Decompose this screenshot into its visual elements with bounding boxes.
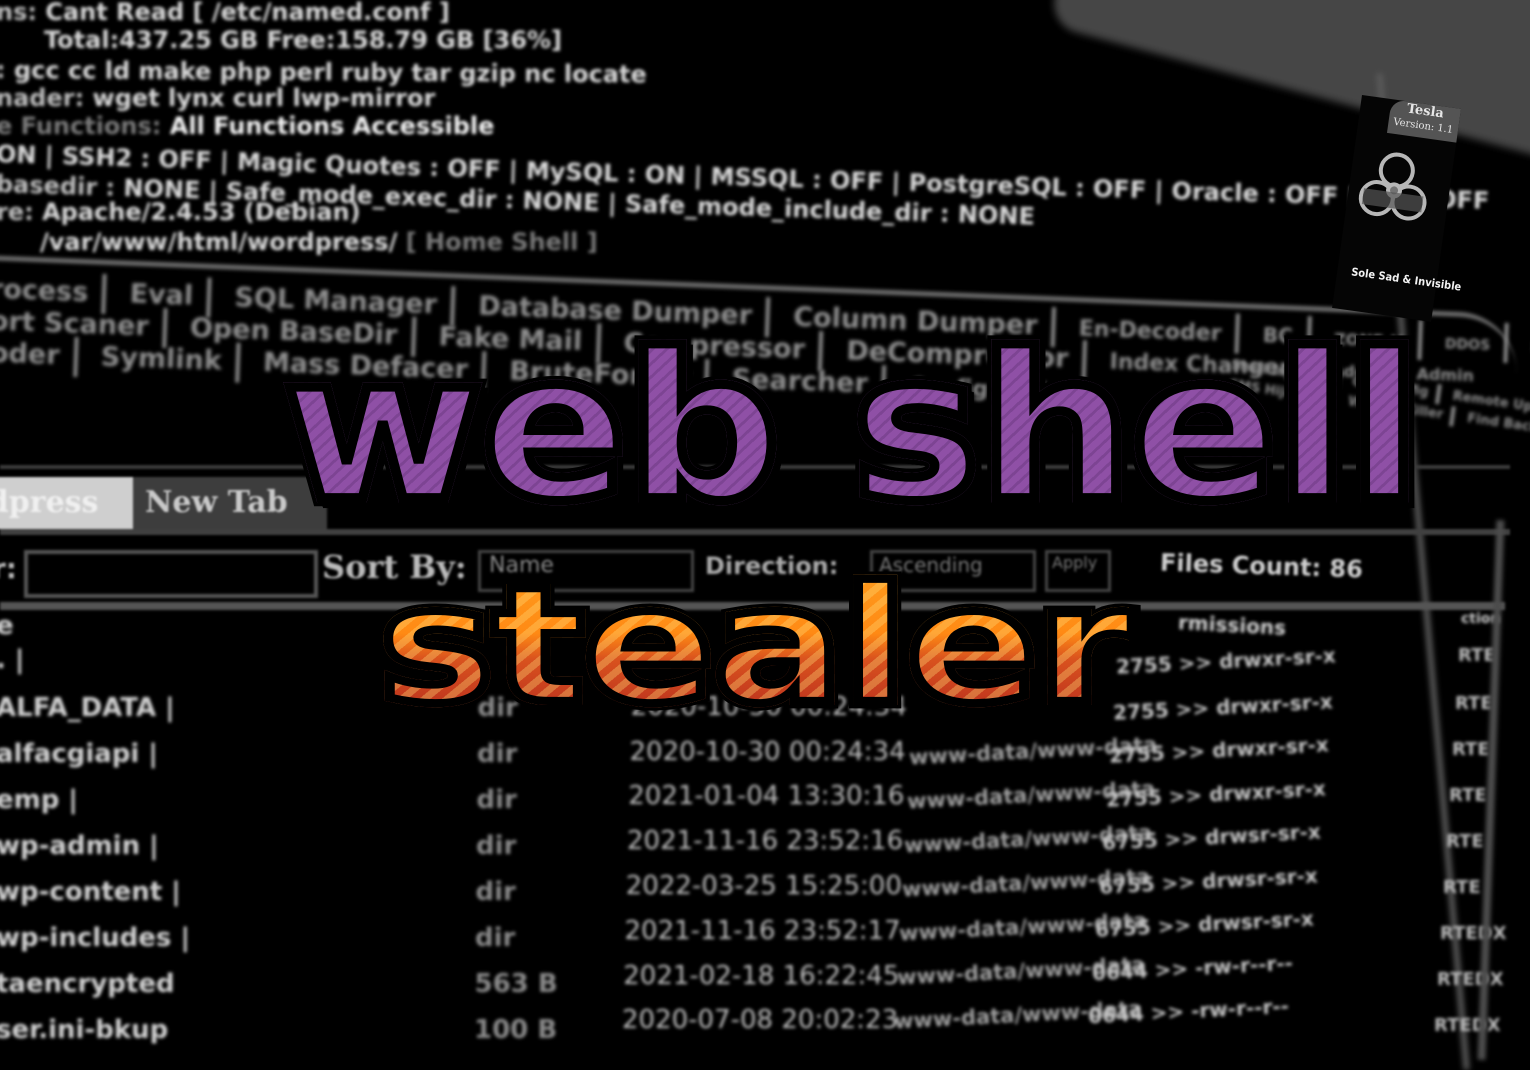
cell-name[interactable]: . | (0, 645, 24, 675)
cell-name[interactable]: ALFA_DATA | (0, 693, 175, 723)
cell-permissions: 2755 >> drwxr-sr-x (1112, 688, 1333, 725)
menu-item[interactable]: Symlink (100, 341, 222, 376)
cell-name[interactable]: wp-content | (0, 877, 181, 907)
cell-action[interactable]: RTEDX (1437, 969, 1503, 990)
cell-modified: 2020-10-30 00:24:34 (629, 736, 906, 767)
cell-size: dir (476, 785, 517, 815)
info-disabled-functions: e Functions: All Functions Accessible (0, 112, 495, 140)
cell-size: dir (477, 739, 518, 769)
cell-modified: 2020-07-08 20:02:23 (622, 1005, 899, 1036)
table-row[interactable]: emp | dir 2021-01-04 13:30:16 www-data/www-… (0, 776, 1506, 825)
biohazard-logo-icon (1358, 152, 1427, 221)
filter-search-input[interactable] (24, 550, 318, 598)
title-web-shell: web shell (277, 310, 1426, 547)
badge-caption: Sole Sad & Invisible (1350, 265, 1463, 294)
cell-permissions: 2755 >> drwxr-sr-x (1115, 643, 1337, 679)
cell-modified: 2021-01-04 13:30:16 (628, 781, 905, 812)
shell-badge: Tesla Version: 1.1 Sole Sad & Invisible (1332, 95, 1463, 322)
browser-chrome-blur (1047, 0, 1530, 170)
cell-action[interactable]: RTE (1443, 877, 1481, 898)
cell-action[interactable]: RTE (1452, 739, 1490, 760)
info-software: re: Apache/2.4.53 (Debian) (0, 198, 361, 226)
cell-name[interactable]: wp-admin | (0, 831, 159, 861)
cell-size: dir (476, 831, 517, 861)
info-downloader: nader: wget lynx curl lwp-mirror (0, 84, 436, 112)
cell-action[interactable]: RTEDX (1440, 923, 1506, 944)
cell-action[interactable]: RTE (1449, 785, 1487, 806)
title-stealer: stealer (373, 552, 1137, 740)
cell-modified: 2021-11-16 23:52:17 (624, 915, 901, 946)
info-named-conf: ns: Cant Read [ /etc/named.conf ] (0, 0, 450, 26)
cell-name[interactable]: wp-includes | (0, 923, 190, 953)
cell-action[interactable]: RTE (1458, 645, 1496, 666)
menu-item[interactable]: oder (0, 338, 60, 371)
cell-size: 100 B (474, 1015, 558, 1045)
cell-action[interactable]: RTEDX (1434, 1015, 1500, 1036)
menu-item[interactable]: DDOS (1445, 336, 1491, 354)
info-disk: Total:437.25 GB Free:158.79 GB [36%] (44, 26, 563, 54)
cell-modified: 2022-03-25 15:25:00 (625, 871, 902, 901)
tab-wordpress[interactable]: rdpress (0, 477, 134, 529)
cell-action[interactable]: RTE (1455, 693, 1493, 714)
table-row[interactable]: ser.ini-bkup 100 B 2020-07-08 20:02:23 www-… (0, 994, 1506, 1055)
info-cwd: /var/www/html/wordpress/ [ Home Shell ] (40, 228, 598, 256)
home-shell-link[interactable]: [ Home Shell ] (406, 228, 598, 256)
cell-name[interactable]: emp | (0, 785, 78, 815)
cell-name[interactable]: alfacgiapi | (0, 739, 158, 769)
cell-name[interactable]: taencrypted (0, 969, 175, 999)
cell-name[interactable]: ser.ini-bkup (0, 1015, 168, 1045)
cell-action[interactable]: RTE (1446, 831, 1484, 852)
files-count: Files Count: 86 (1159, 548, 1364, 584)
table-row[interactable]: alfacgiapi | dir 2020-10-30 00:24:34 www-da… (0, 732, 1506, 779)
cell-size: 563 B (474, 969, 558, 999)
cell-size: dir (475, 923, 516, 953)
filter-label: r: (0, 552, 18, 585)
cell-size: dir (475, 877, 516, 907)
cell-modified: 2021-11-16 23:52:16 (627, 826, 904, 857)
cell-modified: 2021-02-18 16:22:45 (623, 960, 900, 991)
